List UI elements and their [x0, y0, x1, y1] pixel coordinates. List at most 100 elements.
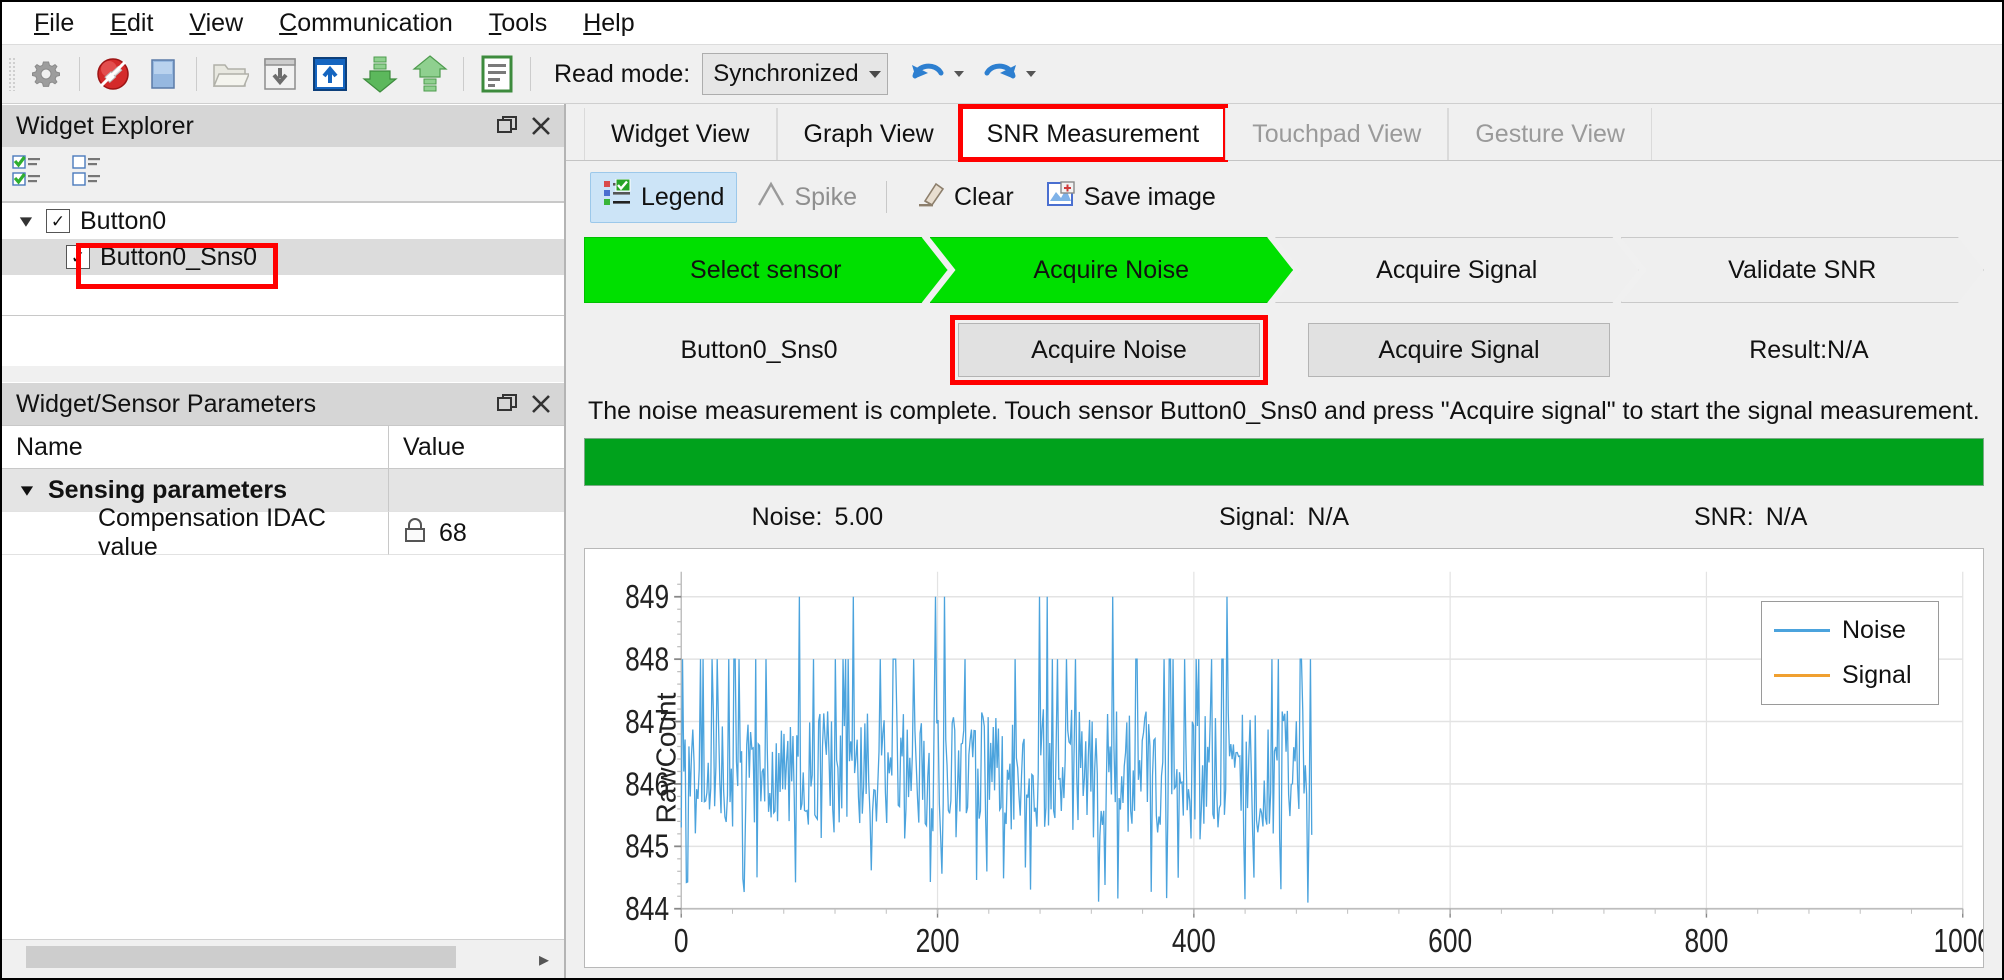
chevron-down-icon[interactable]: ▾ — [13, 210, 39, 233]
undo-icon[interactable] — [904, 50, 952, 98]
menu-view[interactable]: View — [171, 5, 261, 42]
parameter-value: 68 — [439, 518, 467, 547]
tab-touchpad-view: Touchpad View — [1225, 108, 1449, 160]
acquire-noise-button[interactable]: Acquire Noise — [958, 323, 1260, 377]
step-label: Validate SNR — [1728, 255, 1877, 284]
redo-dropdown-icon[interactable] — [1026, 71, 1037, 77]
legend-button[interactable]: Legend — [590, 171, 738, 223]
step-select-sensor[interactable]: Select sensor — [584, 237, 948, 303]
step-acquire-noise[interactable]: Acquire Noise — [930, 237, 1294, 303]
status-message: The noise measurement is complete. Touch… — [588, 397, 1980, 425]
left-horizontal-scrollbar[interactable]: ▸ — [2, 939, 564, 978]
selected-sensor-name: Button0_Sns0 — [680, 335, 838, 364]
apply-to-device-icon[interactable] — [256, 50, 304, 98]
widget-explorer-title: Widget Explorer — [16, 111, 194, 140]
snr-stat: SNR: N/A — [1517, 503, 1984, 532]
scrollbar-thumb[interactable] — [26, 946, 456, 968]
read-mode-select[interactable]: Synchronized — [702, 53, 889, 95]
float-panel-icon[interactable] — [490, 109, 524, 143]
write-up-icon[interactable] — [406, 50, 454, 98]
menu-help[interactable]: Help — [565, 5, 652, 42]
tab-graph-view[interactable]: Graph View — [776, 108, 961, 160]
snr-value: N/A — [1765, 502, 1808, 531]
spike-icon — [756, 180, 786, 215]
lock-icon — [403, 517, 427, 550]
chevron-down-icon — [869, 70, 882, 78]
scrollbar-track[interactable] — [2, 940, 524, 978]
tab-label: Graph View — [803, 119, 934, 148]
close-icon[interactable] — [524, 109, 558, 143]
chevron-down-icon[interactable]: ▾ — [13, 479, 42, 502]
tree-checkbox[interactable]: ✓ — [46, 209, 70, 233]
menu-file[interactable]: File — [16, 5, 92, 42]
rawcount-chart[interactable]: 02004006008001000 844845846847848849 Raw… — [584, 548, 1984, 968]
tab-widget-view[interactable]: Widget View — [584, 108, 777, 160]
tree-checkbox[interactable]: ✓ — [66, 245, 90, 269]
tab-snr-measurement[interactable]: SNR Measurement — [957, 104, 1229, 162]
table-row-compensation-idac[interactable]: Compensation IDAC value 68 — [2, 504, 564, 561]
toolbar-grip[interactable] — [8, 57, 16, 91]
apply-to-project-icon[interactable] — [306, 50, 354, 98]
toolbar-separator — [530, 57, 531, 91]
view-tabs: Widget View Graph View SNR Measurement T… — [566, 104, 2002, 162]
redo-icon[interactable] — [976, 50, 1024, 98]
save-image-button[interactable]: Save image — [1033, 173, 1229, 222]
svg-text:0: 0 — [674, 923, 689, 959]
tree-item-button0[interactable]: ▾ ✓ Button0 — [2, 203, 564, 239]
disconnect-icon[interactable] — [89, 50, 137, 98]
legend-entry-signal: Signal — [1774, 661, 1926, 690]
menu-edit[interactable]: Edit — [92, 5, 171, 42]
parameters-title: Widget/Sensor Parameters — [16, 389, 317, 418]
noise-stat: Noise: 5.00 — [584, 503, 1051, 532]
uncheck-all-icon[interactable] — [72, 154, 110, 195]
tree-item-label: Button0 — [80, 206, 167, 235]
svg-text:845: 845 — [625, 829, 669, 865]
snr-label: SNR: — [1693, 502, 1754, 531]
float-panel-icon[interactable] — [490, 387, 524, 421]
application-window: File Edit View Communication Tools Help — [0, 0, 2004, 980]
read-down-icon[interactable] — [356, 50, 404, 98]
parameters-table: Name Value ▾ Sensing parameters Compensa… — [2, 425, 564, 561]
eraser-icon — [916, 180, 946, 215]
action-row: Button0_Sns0 Acquire Noise Acquire Signa… — [584, 313, 1984, 387]
tree-item-button0-sns0[interactable]: ✓ Button0_Sns0 — [2, 239, 564, 275]
tree-item-label: Button0_Sns0 — [100, 242, 258, 271]
undo-dropdown-icon[interactable] — [954, 71, 965, 77]
parameters-title-bar: Widget/Sensor Parameters — [2, 382, 564, 425]
open-folder-icon[interactable] — [206, 50, 254, 98]
gear-icon[interactable] — [22, 50, 70, 98]
column-header-name: Name — [2, 426, 389, 469]
acquire-signal-label: Acquire Signal — [1378, 335, 1540, 364]
noise-value: 5.00 — [834, 502, 884, 531]
check-all-icon[interactable] — [12, 154, 50, 195]
svg-text:200: 200 — [916, 923, 960, 959]
clear-button[interactable]: Clear — [903, 173, 1027, 222]
step-label: Acquire Noise — [1033, 255, 1190, 284]
parameter-label: Compensation IDAC value — [98, 504, 326, 561]
read-mode-value: Synchronized — [713, 60, 859, 87]
tab-label: Gesture View — [1475, 119, 1625, 148]
column-header-value: Value — [389, 426, 564, 469]
step-acquire-signal[interactable]: Acquire Signal — [1275, 237, 1639, 303]
main-toolbar: Read mode: Synchronized — [2, 44, 2002, 104]
tab-gesture-view: Gesture View — [1448, 108, 1652, 160]
stop-icon[interactable] — [139, 50, 187, 98]
menu-communication[interactable]: Communication — [261, 5, 471, 42]
legend-swatch-noise — [1774, 629, 1830, 632]
tab-label: Widget View — [611, 119, 750, 148]
save-image-icon — [1046, 180, 1076, 215]
save-image-label: Save image — [1083, 182, 1216, 211]
menu-tools[interactable]: Tools — [471, 5, 565, 42]
menu-bar: File Edit View Communication Tools Help — [2, 2, 2002, 44]
toolbar-separator — [196, 57, 197, 91]
acquire-signal-cell: Acquire Signal — [1284, 323, 1634, 377]
main-panel: Widget View Graph View SNR Measurement T… — [566, 104, 2002, 978]
close-icon[interactable] — [524, 387, 558, 421]
group-label: Sensing parameters — [48, 475, 287, 504]
log-icon[interactable] — [473, 50, 521, 98]
acquire-signal-button[interactable]: Acquire Signal — [1308, 323, 1610, 377]
legend-label: Legend — [641, 182, 725, 211]
widget-tree[interactable]: ▾ ✓ Button0 ✓ Button0_Sns0 — [2, 202, 564, 316]
step-validate-snr[interactable]: Validate SNR — [1621, 237, 1985, 303]
scroll-right-icon[interactable]: ▸ — [524, 940, 564, 978]
